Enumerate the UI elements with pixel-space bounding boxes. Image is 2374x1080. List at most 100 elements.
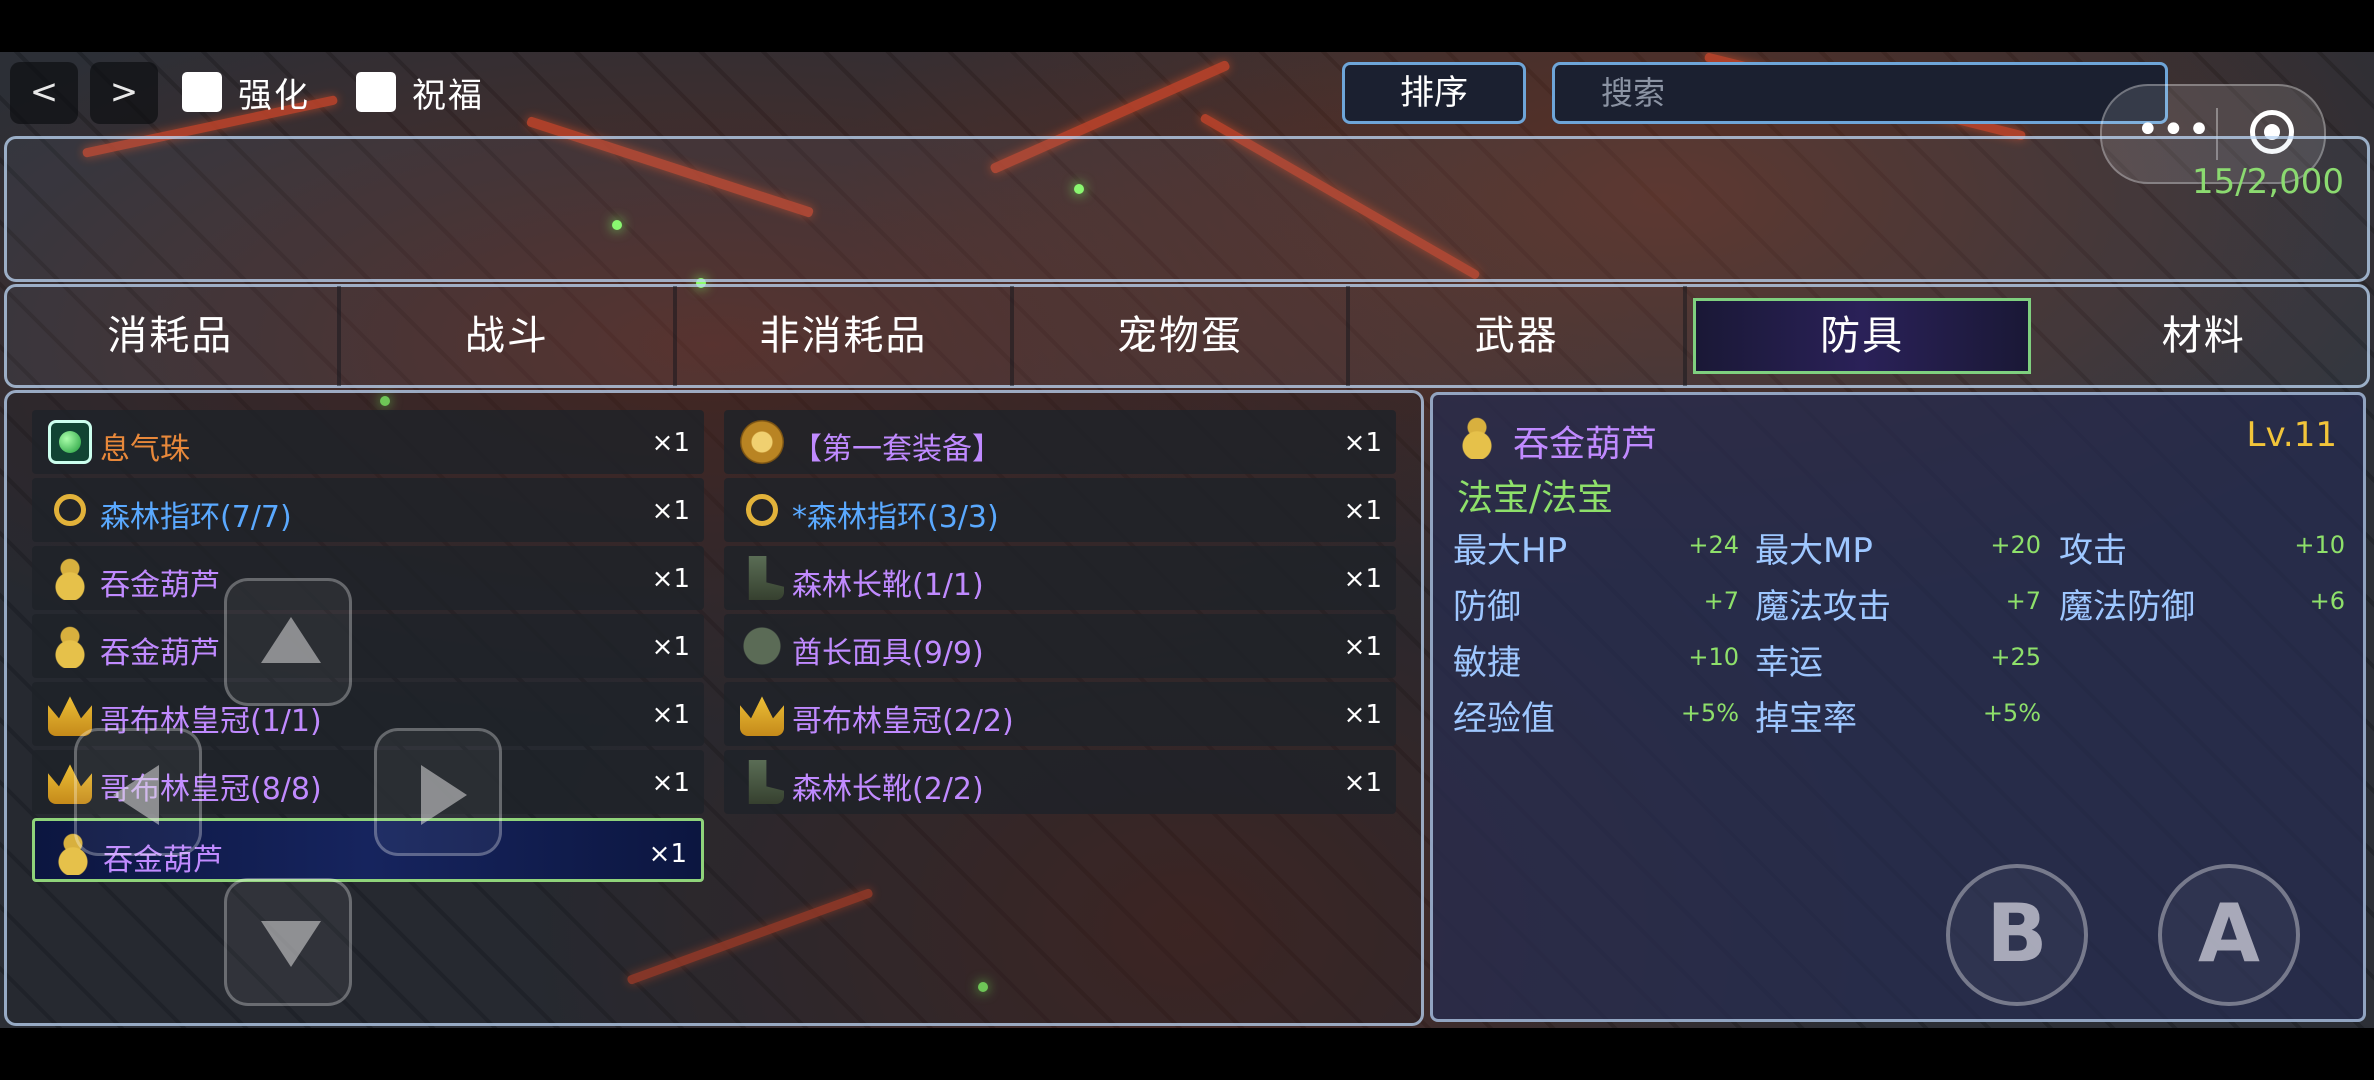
arrow-right-icon — [421, 765, 467, 825]
gourd-icon — [1455, 415, 1499, 459]
tab-materials[interactable]: 材料 — [2037, 286, 2370, 386]
stat-magic-attack: 魔法攻击 +7 — [1755, 579, 2041, 629]
stat-magic-defense: 魔法防御 +6 — [2059, 579, 2345, 629]
stat-value: +5% — [1680, 699, 1739, 727]
list-item[interactable]: 哥布林皇冠(2/2) ×1 — [724, 682, 1396, 746]
stat-label: 攻击 — [2059, 531, 2127, 571]
stat-value: +10 — [2294, 531, 2345, 559]
detail-item-level: Lv.11 — [2246, 415, 2338, 455]
b-button[interactable]: B — [1946, 864, 2088, 1006]
gourd-icon — [48, 624, 92, 668]
list-item[interactable]: 森林长靴(1/1) ×1 — [724, 546, 1396, 610]
dpad-up-button[interactable] — [224, 578, 352, 706]
sort-button[interactable]: 排序 — [1342, 62, 1526, 124]
dpad-right-button[interactable] — [374, 728, 502, 856]
item-qty: ×1 — [651, 564, 690, 594]
tab-non-consumables[interactable]: 非消耗品 — [677, 286, 1014, 386]
list-item[interactable]: 【第一套装备】 ×1 — [724, 410, 1396, 474]
item-qty: ×1 — [651, 768, 690, 798]
list-item[interactable]: 吞金葫芦 ×1 — [32, 546, 704, 610]
item-name: 哥布林皇冠(2/2) — [792, 704, 1014, 739]
stat-luck: 幸运 +25 — [1755, 635, 2041, 685]
stat-agility: 敏捷 +10 — [1453, 635, 1739, 685]
item-name: *森林指环(3/3) — [792, 500, 999, 535]
enhance-label: 强化 — [238, 76, 310, 116]
stat-exp: 经验值 +5% — [1453, 691, 1739, 741]
item-name: 森林长靴(2/2) — [792, 772, 984, 807]
detail-item-type: 法宝/法宝 — [1457, 478, 1614, 519]
list-item[interactable]: 酋长面具(9/9) ×1 — [724, 614, 1396, 678]
dpad-down-button[interactable] — [224, 878, 352, 1006]
list-item[interactable]: 森林长靴(2/2) ×1 — [724, 750, 1396, 814]
list-item[interactable]: 森林指环(7/7) ×1 — [32, 478, 704, 542]
item-qty: ×1 — [1343, 768, 1382, 798]
enhance-checkbox[interactable] — [182, 72, 222, 112]
next-button[interactable]: > — [90, 62, 158, 124]
stat-value: +6 — [2309, 587, 2345, 615]
search-input[interactable]: 搜索 — [1552, 62, 2168, 124]
stat-label: 最大HP — [1453, 531, 1568, 571]
arrow-down-icon — [261, 921, 321, 967]
stat-value: +20 — [1990, 531, 2041, 559]
item-qty: ×1 — [1343, 496, 1382, 526]
stat-max-mp: 最大MP +20 — [1755, 523, 2041, 573]
stat-value: +7 — [1703, 587, 1739, 615]
item-qty: ×1 — [651, 496, 690, 526]
item-name: 吞金葫芦 — [100, 636, 220, 671]
boot-icon — [748, 556, 784, 600]
item-list-right: 【第一套装备】 ×1 *森林指环(3/3) ×1 森林长靴(1/1) ×1 酋长… — [724, 410, 1396, 818]
crown-icon — [48, 696, 92, 736]
stat-value: +24 — [1688, 531, 1739, 559]
dpad-left-button[interactable] — [74, 728, 202, 856]
item-name: 酋长面具(9/9) — [792, 636, 984, 671]
stat-label: 幸运 — [1755, 643, 1823, 683]
item-qty: ×1 — [1343, 700, 1382, 730]
bless-checkbox[interactable] — [356, 72, 396, 112]
stat-label: 魔法攻击 — [1755, 587, 1891, 627]
list-item[interactable]: 吞金葫芦 ×1 — [32, 614, 704, 678]
bless-label: 祝福 — [412, 76, 484, 116]
list-item[interactable]: 息气珠 ×1 — [32, 410, 704, 474]
stat-defense: 防御 +7 — [1453, 579, 1739, 629]
green-orb-icon — [48, 420, 92, 464]
detail-item-name: 吞金葫芦 — [1513, 424, 1658, 465]
stat-label: 敏捷 — [1453, 643, 1521, 683]
item-name: 息气珠 — [100, 432, 190, 467]
item-qty: ×1 — [651, 632, 690, 662]
item-qty: ×1 — [651, 700, 690, 730]
stat-max-hp: 最大HP +24 — [1453, 523, 1739, 573]
arrow-up-icon — [261, 617, 321, 663]
prev-button[interactable]: < — [10, 62, 78, 124]
stat-value: +10 — [1688, 643, 1739, 671]
item-name: 【第一套装备】 — [792, 432, 1002, 467]
tab-weapons[interactable]: 武器 — [1350, 286, 1687, 386]
stat-label: 掉宝率 — [1755, 699, 1857, 739]
stat-drop-rate: 掉宝率 +5% — [1755, 691, 2041, 741]
gourd-icon — [48, 556, 92, 600]
list-item[interactable]: *森林指环(3/3) ×1 — [724, 478, 1396, 542]
item-qty: ×1 — [1343, 632, 1382, 662]
a-button[interactable]: A — [2158, 864, 2300, 1006]
ring-icon — [746, 494, 778, 526]
stat-value: +7 — [2005, 587, 2041, 615]
item-name: 吞金葫芦 — [100, 568, 220, 603]
stat-label: 防御 — [1453, 587, 1521, 627]
stat-value: +25 — [1990, 643, 2041, 671]
stat-value: +5% — [1982, 699, 2041, 727]
stat-label: 最大MP — [1755, 531, 1873, 571]
bottom-letterbox — [0, 1028, 2374, 1080]
item-qty: ×1 — [1343, 564, 1382, 594]
coin-icon — [740, 420, 784, 464]
header-frame — [4, 136, 2370, 282]
item-qty: ×1 — [648, 839, 687, 869]
item-qty: ×1 — [1343, 428, 1382, 458]
category-tabs: 消耗品 战斗 非消耗品 宠物蛋 武器 防具 材料 — [4, 286, 2370, 386]
mask-icon — [740, 624, 784, 668]
tab-armor[interactable]: 防具 — [1692, 298, 2032, 374]
tab-pet-eggs[interactable]: 宠物蛋 — [1014, 286, 1351, 386]
stat-label: 魔法防御 — [2059, 587, 2195, 627]
tab-consumables[interactable]: 消耗品 — [4, 286, 341, 386]
item-name: 森林指环(7/7) — [100, 500, 292, 535]
tab-battle[interactable]: 战斗 — [341, 286, 678, 386]
stat-attack: 攻击 +10 — [2059, 523, 2345, 573]
